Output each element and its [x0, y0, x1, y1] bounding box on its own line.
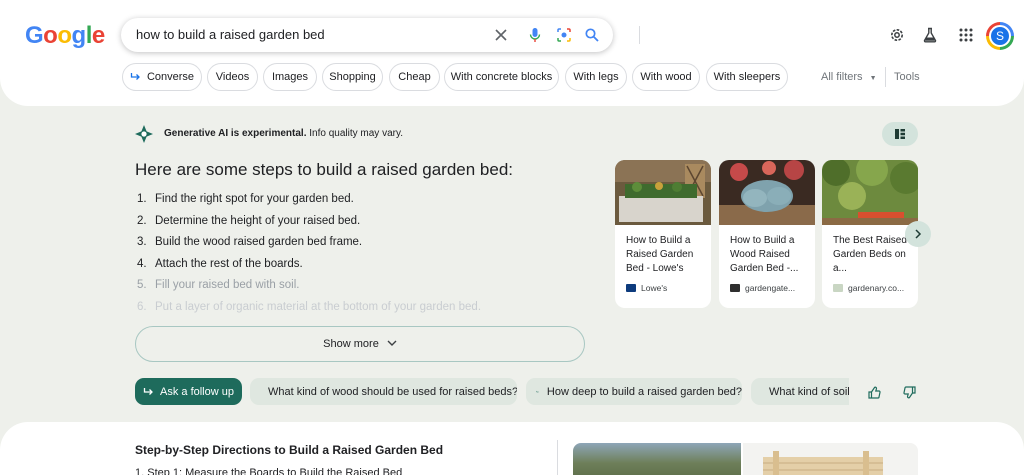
ai-disclaimer-bold: Generative AI is experimental.	[164, 128, 307, 139]
snippet-title: Step-by-Step Directions to Build a Raise…	[135, 443, 444, 457]
ai-heading: Here are some steps to build a raised ga…	[135, 160, 514, 179]
list-item: 4. Attach the rest of the boards.	[137, 258, 481, 280]
layout-toggle-button[interactable]	[882, 122, 918, 146]
list-item: 3. Build the wood raised garden bed frame…	[137, 236, 481, 258]
tools-button[interactable]: Tools	[894, 71, 920, 83]
suggested-question-chip[interactable]: How deep to build a raised garden bed?	[526, 378, 742, 405]
snippet-first-step: 1. Step 1: Measure the Boards to Build t…	[135, 467, 403, 475]
search-input[interactable]: how to build a raised garden bed	[136, 27, 325, 42]
question-text: What kind of wood should be used for rai…	[268, 385, 517, 398]
chip-label: Videos	[215, 71, 250, 83]
step-text: Determine the height of your raised bed.	[155, 214, 361, 227]
chip-converse[interactable]: Converse	[122, 63, 202, 91]
card-image	[822, 160, 918, 225]
follow-arrow-icon	[130, 73, 140, 80]
chip-label: Shopping	[329, 71, 376, 83]
suggested-question-chip[interactable]: What kind of wood should be used for rai…	[250, 378, 517, 405]
chip-with-sleepers[interactable]: With sleepers	[706, 63, 788, 91]
chip-with-wood[interactable]: With wood	[632, 63, 700, 91]
card-title: The Best Raised Garden Beds on a...	[833, 235, 907, 274]
card-source-name: gardenary.co...	[848, 283, 905, 293]
snippet-image[interactable]	[573, 443, 741, 475]
list-item: 6. Put a layer of organic material at the…	[137, 300, 482, 313]
chip-label: Cheap	[398, 71, 431, 83]
thumbs-up-icon[interactable]	[867, 385, 881, 399]
card-title: How to Build a Raised Garden Bed - Lowe'…	[626, 235, 694, 274]
filters-divider	[885, 67, 886, 87]
ai-disclaimer-rest: Info quality may vary.	[306, 128, 404, 139]
step-text: Fill your raised bed with soil.	[155, 279, 300, 291]
source-card[interactable]: How to Build a Wood Raised Garden Bed -.…	[719, 160, 815, 308]
steps-list: 1. Find the right spot for your garden be…	[137, 193, 481, 313]
chip-with-concrete-blocks[interactable]: With concrete blocks	[444, 63, 559, 91]
google-logo[interactable]: Google	[25, 22, 105, 50]
snippet-image[interactable]	[743, 443, 918, 475]
carousel-next-button[interactable]	[905, 221, 931, 247]
ai-disclaimer: Generative AI is experimental. Info qual…	[164, 128, 403, 139]
chip-label: Converse	[146, 71, 195, 83]
chevron-down-icon	[387, 338, 397, 350]
labs-flask-icon[interactable]	[919, 24, 941, 46]
chip-label: With concrete blocks	[450, 71, 553, 83]
list-item: 1. Find the right spot for your garden be…	[137, 193, 481, 215]
chip-videos[interactable]: Videos	[207, 63, 258, 91]
source-card[interactable]: The Best Raised Garden Beds on a... gard…	[822, 160, 918, 308]
step-text: Put a layer of organic material at the b…	[155, 300, 482, 313]
chip-shopping[interactable]: Shopping	[322, 63, 383, 91]
show-more-label: Show more	[323, 338, 379, 350]
gardenary-favicon-icon	[833, 284, 843, 292]
all-filters-label: All filters	[821, 71, 863, 83]
chip-with-legs[interactable]: With legs	[565, 63, 627, 91]
snippet-divider	[557, 440, 558, 475]
chip-cheap[interactable]: Cheap	[389, 63, 440, 91]
source-card[interactable]: How to Build a Raised Garden Bed - Lowe'…	[615, 160, 711, 308]
show-more-button[interactable]: Show more	[135, 326, 585, 362]
account-avatar[interactable]: S	[986, 22, 1014, 50]
chip-label: With wood	[640, 71, 692, 83]
card-image	[615, 160, 711, 225]
card-source-name: Lowe's	[641, 283, 668, 293]
card-source-name: gardengate...	[745, 283, 796, 293]
caret-down-icon: ▼	[869, 75, 877, 82]
card-source: gardenary.co...	[822, 283, 918, 293]
chip-images[interactable]: Images	[263, 63, 317, 91]
google-lens-icon[interactable]	[554, 25, 574, 45]
suggested-question-chip[interactable]: What kind of soil	[751, 378, 849, 405]
settings-gear-icon[interactable]	[886, 24, 908, 46]
step-text: Attach the rest of the boards.	[155, 257, 303, 270]
sparkle-icon	[134, 124, 154, 144]
card-source: gardengate...	[719, 283, 815, 293]
card-title: How to Build a Wood Raised Garden Bed -.…	[730, 235, 799, 274]
microphone-icon[interactable]	[525, 25, 545, 45]
ask-follow-up-label: Ask a follow up	[160, 385, 234, 398]
card-image	[719, 160, 815, 225]
step-text: Find the right spot for your garden bed.	[155, 193, 354, 205]
chevron-right-icon	[915, 229, 922, 239]
lowes-favicon-icon	[626, 284, 636, 292]
search-box[interactable]: how to build a raised garden bed	[121, 18, 640, 52]
chip-label: Images	[271, 71, 309, 83]
list-item: 5. Fill your raised bed with soil.	[137, 279, 481, 301]
search-icon[interactable]	[582, 25, 602, 45]
question-text: How deep to build a raised garden bed?	[546, 385, 742, 398]
avatar-letter: S	[989, 25, 1011, 47]
apps-grid-icon[interactable]	[955, 24, 977, 46]
tools-label: Tools	[894, 71, 920, 83]
thumbs-down-icon[interactable]	[902, 385, 916, 399]
question-text: What kind of soil	[769, 385, 849, 398]
layout-icon	[895, 129, 905, 139]
list-item: 2. Determine the height of your raised be…	[137, 215, 481, 237]
all-filters-button[interactable]: All filters ▼	[821, 71, 877, 83]
follow-arrow-icon	[143, 387, 153, 395]
chip-label: With sleepers	[713, 71, 781, 83]
ask-follow-up-button[interactable]: Ask a follow up	[135, 378, 242, 405]
step-text: Build the wood raised garden bed frame.	[155, 236, 363, 248]
chip-label: With legs	[573, 71, 619, 83]
card-source: Lowe's	[615, 283, 711, 293]
search-divider	[639, 26, 640, 44]
gardengate-favicon-icon	[730, 284, 740, 292]
follow-arrow-icon	[536, 390, 539, 393]
clear-icon[interactable]	[491, 25, 511, 45]
